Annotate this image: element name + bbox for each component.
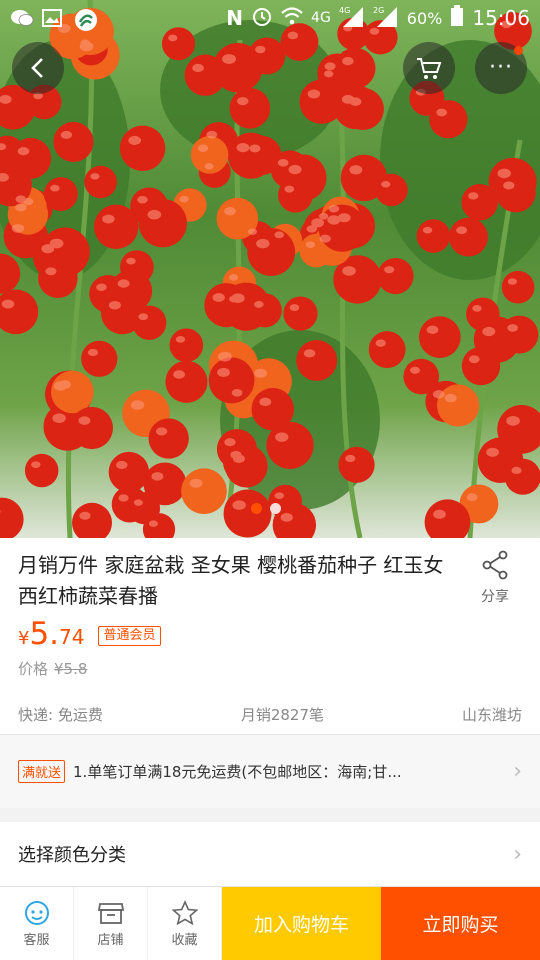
shop-icon	[97, 902, 124, 924]
original-price-value: ¥5.8	[54, 660, 88, 678]
original-price: 价格 ¥5.8	[18, 658, 87, 679]
product-image-carousel[interactable]: N 4G 4G 2G 60% 15:06 ···	[0, 0, 540, 538]
product-detail-screen: N 4G 4G 2G 60% 15:06 ··· 月销万件 家庭盆栽 圣女果 樱…	[0, 0, 540, 960]
product-photo	[0, 0, 540, 538]
ship-location: 山东潍坊	[461, 706, 522, 724]
status-bar: N 4G 4G 2G 60% 15:06	[0, 0, 540, 36]
wifi-icon	[281, 6, 303, 31]
signal-icon: 4G	[339, 5, 365, 32]
gallery-icon	[42, 8, 64, 28]
clock: 15:06	[472, 6, 530, 30]
price: ¥ 5. 74 普通会员	[18, 616, 161, 652]
price-integer: 5.	[29, 616, 60, 652]
shop-label: 店铺	[97, 932, 124, 948]
price-decimal: 74	[59, 625, 85, 649]
product-title: 月销万件 家庭盆栽 圣女果 樱桃番茄种子 红玉女西红柿蔬菜春播	[18, 553, 444, 608]
select-variant-row[interactable]: 选择颜色分类 ›	[0, 822, 540, 886]
shipping-info: 快递: 免运费	[18, 706, 103, 724]
customer-service-label: 客服	[23, 932, 50, 948]
back-button[interactable]	[12, 42, 64, 94]
share-icon	[482, 550, 508, 580]
price-currency: ¥	[18, 628, 30, 649]
share-label: 分享	[481, 589, 509, 605]
nfc-icon: N	[226, 6, 244, 30]
chevron-right-icon: ›	[513, 759, 522, 784]
chat-app-icon	[10, 8, 34, 28]
member-badge: 普通会员	[98, 626, 161, 646]
promo-tag: 满就送	[18, 760, 66, 783]
carousel-indicator	[251, 503, 281, 514]
cart-icon	[417, 58, 442, 79]
chevron-left-icon	[31, 58, 43, 78]
svg-text:4G: 4G	[339, 6, 350, 15]
select-variant-label: 选择颜色分类	[18, 845, 126, 866]
bottom-action-bar: 客服 店铺 收藏 加入购物车 立即购买	[0, 886, 540, 960]
monthly-sales: 月销2827笔	[240, 706, 324, 724]
more-icon: ···	[489, 55, 513, 80]
add-to-cart-button[interactable]: 加入购物车	[222, 887, 381, 960]
favorite-button[interactable]: 收藏	[148, 887, 222, 960]
product-info: 月销万件 家庭盆栽 圣女果 樱桃番茄种子 红玉女西红柿蔬菜春播 分享 ¥ 5. …	[0, 538, 540, 734]
network-label-1: 4G	[311, 10, 331, 26]
carousel-dot-active	[251, 503, 262, 514]
star-icon	[171, 899, 198, 925]
share-button[interactable]: 分享	[470, 550, 520, 606]
original-price-label: 价格	[18, 660, 49, 678]
promotion-row[interactable]: 满就送 1.单笔订单满18元免运费(不包邮地区：海南;甘... ›	[0, 734, 540, 808]
cart-button[interactable]	[403, 42, 455, 94]
favorite-label: 收藏	[171, 932, 198, 948]
promo-text: 1.单笔订单满18元免运费(不包邮地区：海南;甘...	[73, 763, 402, 781]
notification-dot	[514, 46, 523, 55]
alarm-icon	[251, 5, 273, 32]
shop-button[interactable]: 店铺	[74, 887, 148, 960]
product-meta: 快递: 免运费 月销2827笔 山东潍坊	[18, 704, 522, 725]
app-notification-icon	[74, 8, 97, 31]
more-button[interactable]: ···	[475, 42, 527, 94]
signal-icon-2: 2G	[373, 5, 399, 32]
battery-icon	[450, 4, 464, 32]
carousel-dot	[270, 503, 281, 514]
battery-percent: 60%	[406, 8, 443, 28]
buy-now-button[interactable]: 立即购买	[381, 887, 540, 960]
svg-text:2G: 2G	[373, 6, 384, 15]
customer-service-icon	[24, 900, 49, 925]
customer-service-button[interactable]: 客服	[0, 887, 74, 960]
chevron-right-icon: ›	[513, 841, 522, 867]
